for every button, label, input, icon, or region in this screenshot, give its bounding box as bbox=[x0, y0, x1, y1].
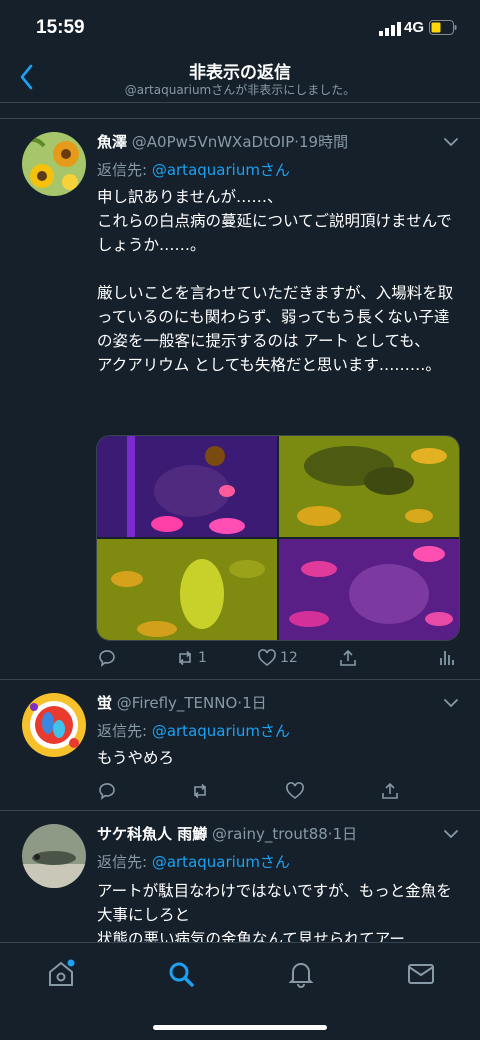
header: 非表示の返信 @artaquariumさんが非表示にしました。 bbox=[0, 58, 480, 103]
tweet-actions bbox=[97, 780, 457, 802]
reply-button[interactable] bbox=[97, 780, 117, 802]
home-indicator bbox=[153, 1025, 327, 1030]
tweet-actions: 1 12 bbox=[97, 647, 457, 669]
bottom-tab-bar bbox=[0, 942, 480, 1040]
heart-icon bbox=[258, 649, 276, 667]
heart-icon bbox=[286, 782, 304, 800]
reply-icon bbox=[99, 783, 115, 800]
tweet-time[interactable]: 1日 bbox=[333, 825, 358, 843]
tweet-time[interactable]: 19時間 bbox=[299, 133, 348, 151]
display-name[interactable]: サケ科魚人 雨鱒 bbox=[97, 825, 207, 843]
replying-to-link[interactable]: @artaquariumさん bbox=[152, 853, 290, 871]
status-time: 15:59 bbox=[36, 17, 85, 38]
chevron-down-icon[interactable] bbox=[444, 698, 458, 708]
tweet-text: もうやめろ bbox=[97, 749, 175, 767]
share-button[interactable] bbox=[338, 647, 358, 669]
tweet-header: 蛍 @Firefly_TENNO·1日 bbox=[97, 692, 267, 713]
media-image[interactable] bbox=[279, 436, 459, 537]
page-title: 非表示の返信 bbox=[189, 63, 291, 83]
tweet[interactable]: 魚澤 @A0Pw5VnWXaDtOIP·19時間 返信先: @artaquari… bbox=[0, 119, 480, 680]
reply-button[interactable] bbox=[97, 647, 117, 669]
retweet-icon bbox=[179, 650, 191, 666]
display-name[interactable]: 魚澤 bbox=[97, 133, 127, 151]
user-handle[interactable]: @A0Pw5VnWXaDtOIP bbox=[132, 133, 294, 151]
like-button[interactable]: 12 bbox=[257, 647, 298, 669]
page-subtitle: @artaquariumさんが非表示にしました。 bbox=[124, 83, 356, 97]
tweet-header: 魚澤 @A0Pw5VnWXaDtOIP·19時間 bbox=[97, 131, 348, 152]
replying-to: 返信先: @artaquariumさん bbox=[97, 851, 290, 872]
share-icon bbox=[382, 782, 398, 799]
tweet-media-grid[interactable] bbox=[96, 435, 460, 641]
media-image[interactable] bbox=[97, 539, 277, 640]
tweet-text: 申し訳ありませんが……、 これらの白点病の蔓延についてご説明頂けませんでしょうか… bbox=[97, 188, 454, 374]
tweet-text: アートが駄目なわけではないですが、もっと金魚を大事にしろと 状態の悪い病気の金魚… bbox=[97, 882, 452, 942]
status-bar: 15:59 4G bbox=[0, 0, 480, 58]
chevron-down-icon[interactable] bbox=[444, 829, 458, 839]
previous-tweet-actions-strip bbox=[0, 102, 480, 119]
retweet-count: 1 bbox=[198, 650, 207, 666]
media-image[interactable] bbox=[97, 436, 277, 537]
retweet-button[interactable]: 1 bbox=[175, 647, 207, 669]
cellular-signal-icon bbox=[379, 22, 401, 36]
share-icon bbox=[340, 649, 356, 666]
avatar[interactable] bbox=[22, 132, 86, 196]
analytics-button[interactable] bbox=[437, 647, 457, 669]
retweet-button[interactable] bbox=[190, 780, 210, 802]
user-handle[interactable]: @Firefly_TENNO bbox=[117, 694, 237, 712]
replying-to: 返信先: @artaquariumさん bbox=[97, 159, 290, 180]
tweet-header: サケ科魚人 雨鱒 @rainy_trout88·1日 bbox=[97, 823, 357, 844]
share-button[interactable] bbox=[380, 780, 400, 802]
messages-icon[interactable] bbox=[406, 959, 436, 989]
battery-icon bbox=[429, 20, 457, 35]
replying-to: 返信先: @artaquariumさん bbox=[97, 720, 290, 741]
reply-icon bbox=[99, 650, 115, 667]
home-icon[interactable] bbox=[46, 959, 76, 989]
search-icon[interactable] bbox=[166, 959, 196, 989]
media-image[interactable] bbox=[279, 539, 459, 640]
network-type: 4G bbox=[404, 19, 425, 36]
retweet-icon bbox=[194, 783, 206, 799]
tweet-time[interactable]: 1日 bbox=[242, 694, 267, 712]
avatar[interactable] bbox=[22, 824, 86, 888]
replying-to-link[interactable]: @artaquariumさん bbox=[152, 722, 290, 740]
replying-to-label: 返信先: bbox=[97, 853, 152, 871]
chevron-down-icon[interactable] bbox=[444, 137, 458, 147]
avatar[interactable] bbox=[22, 693, 86, 757]
replying-to-label: 返信先: bbox=[97, 161, 152, 179]
notifications-icon[interactable] bbox=[286, 959, 316, 989]
display-name[interactable]: 蛍 bbox=[97, 694, 112, 712]
replying-to-label: 返信先: bbox=[97, 722, 152, 740]
replying-to-link[interactable]: @artaquariumさん bbox=[152, 161, 290, 179]
user-handle[interactable]: @rainy_trout88 bbox=[212, 825, 328, 843]
tweet[interactable]: サケ科魚人 雨鱒 @rainy_trout88·1日 返信先: @artaqua… bbox=[0, 811, 480, 942]
like-count: 12 bbox=[280, 650, 298, 666]
like-button[interactable] bbox=[285, 780, 305, 802]
tweet[interactable]: 蛍 @Firefly_TENNO·1日 返信先: @artaquariumさん … bbox=[0, 680, 480, 811]
analytics-icon bbox=[440, 651, 454, 665]
